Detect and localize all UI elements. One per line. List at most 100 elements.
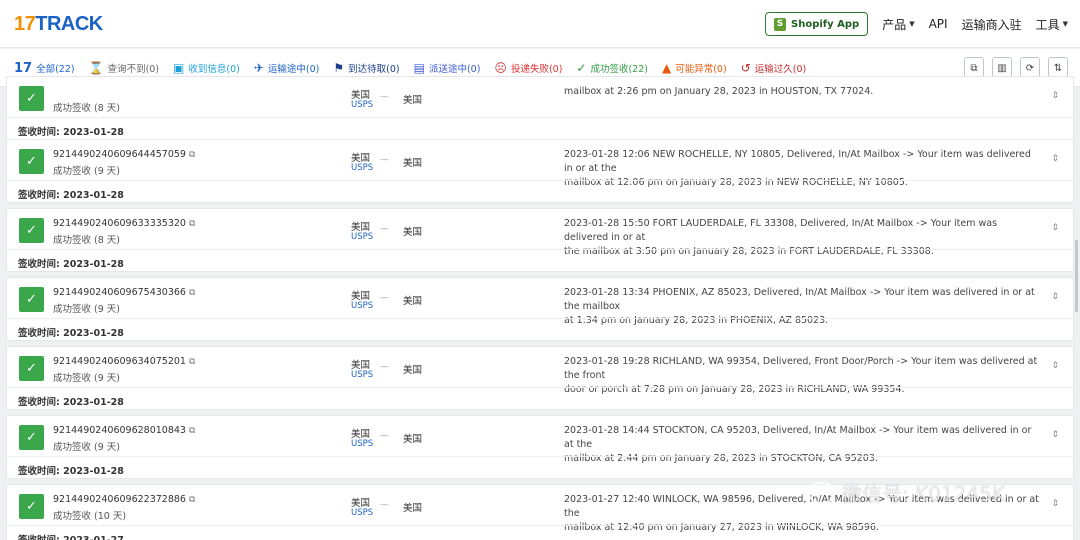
copy-icon[interactable]: ⧉ xyxy=(189,150,195,160)
delivery-status: 成功签收 (9 天) xyxy=(53,373,120,384)
signed-row: 签收时间: 2023-01-28 xyxy=(7,117,1073,140)
tracking-number[interactable]: 9214490240609633335320 ⧉ xyxy=(53,218,195,229)
tracking-number[interactable]: 9214490240609622372886 ⧉ xyxy=(53,494,195,505)
arrow-right-icon: — xyxy=(380,224,389,234)
delivery-icon: ▤ xyxy=(413,61,425,75)
copy-icon[interactable]: ⧉ xyxy=(189,495,195,505)
destination-country: 美国 xyxy=(403,158,423,169)
tracking-number[interactable]: 9214490240609644457059 ⧉ xyxy=(53,149,195,160)
origin-country: 美国 xyxy=(351,291,371,302)
signed-time: 签收时间: 2023-01-28 xyxy=(18,397,124,408)
origin-country: 美国 xyxy=(351,360,371,371)
arrow-right-icon: — xyxy=(380,92,389,102)
delivery-status: 成功签收 (9 天) xyxy=(53,304,120,315)
expand-toggle-icon[interactable]: ⇕ xyxy=(1051,499,1059,509)
logo-number: 17 xyxy=(14,13,36,35)
origin-country: 美国 xyxy=(351,498,371,509)
watermark: 微信号: K01245K xyxy=(808,478,1005,507)
arrow-right-icon: — xyxy=(380,500,389,510)
flag-icon: ⚑ xyxy=(333,61,345,75)
delivered-check-icon: ✓ xyxy=(19,149,44,174)
delivery-status: 成功签收 (8 天) xyxy=(53,103,120,114)
tracking-number[interactable]: 9214490240609634075201 ⧉ xyxy=(53,356,195,367)
top-header: 17TRACK S Shopify App 产品 ▼ API 运输商入驻 工具 ▼ xyxy=(0,0,1080,48)
carrier-link[interactable]: USPS xyxy=(351,100,373,110)
signed-row: 签收时间: 2023-01-28 xyxy=(7,249,1073,272)
signed-time: 签收时间: 2023-01-28 xyxy=(18,259,124,270)
filter-tab-label: 全部(22) xyxy=(36,64,75,75)
chevron-down-icon: ▼ xyxy=(1062,20,1068,28)
tracking-number[interactable]: 9214490240609675430366 ⧉ xyxy=(53,287,195,298)
delivered-check-icon: ✓ xyxy=(19,287,44,312)
carrier-link[interactable]: USPS xyxy=(351,508,373,518)
copy-icon[interactable]: ⧉ xyxy=(189,426,195,436)
carrier-link[interactable]: USPS xyxy=(351,301,373,311)
expand-toggle-icon[interactable]: ⇕ xyxy=(1051,91,1059,101)
carrier-link[interactable]: USPS xyxy=(351,163,373,173)
signed-time: 签收时间: 2023-01-27 xyxy=(18,532,124,540)
nav-carrier-label: 运输商入驻 xyxy=(961,17,1022,32)
logo-text: TRACK xyxy=(35,13,103,35)
nav-api[interactable]: API xyxy=(929,17,948,31)
event-line: 2023-01-28 13:34 PHOENIX, AZ 85023, Deli… xyxy=(564,287,1035,312)
wechat-icon xyxy=(808,481,836,504)
logo[interactable]: 17TRACK xyxy=(14,13,103,36)
destination-country: 美国 xyxy=(403,296,423,307)
carrier-link[interactable]: USPS xyxy=(351,439,373,449)
tracking-number-text: 9214490240609634075201 xyxy=(53,356,186,367)
copy-all-icon: ⧉ xyxy=(970,62,978,74)
signed-row: 签收时间: 2023-01-27 xyxy=(7,525,1073,540)
sad-face-icon: ☹ xyxy=(494,61,507,75)
destination-country: 美国 xyxy=(403,227,423,238)
expand-toggle-icon[interactable]: ⇕ xyxy=(1051,361,1059,371)
plane-icon: ✈ xyxy=(253,61,264,75)
shipment-card[interactable]: ✓ 9214490240609634075201 ⧉ 成功签收 (9 天) 美国 … xyxy=(6,346,1074,410)
delivery-status: 成功签收 (10 天) xyxy=(53,511,127,522)
signed-row: 签收时间: 2023-01-28 xyxy=(7,318,1073,341)
check-icon: ✓ xyxy=(576,61,587,75)
filter-tab-label: 到达待取(0) xyxy=(348,64,400,75)
nav-products[interactable]: 产品 ▼ xyxy=(882,16,914,33)
nav-carrier-onboarding[interactable]: 运输商入驻 xyxy=(962,16,1022,33)
shipment-card[interactable]: ✓ 成功签收 (8 天) 美国 USPS — 美国 mailbox at 2:2… xyxy=(6,76,1074,140)
main-nav: S Shopify App 产品 ▼ API 运输商入驻 工具 ▼ xyxy=(765,12,1068,36)
copy-icon[interactable]: ⧉ xyxy=(189,288,195,298)
nav-tools[interactable]: 工具 ▼ xyxy=(1036,16,1068,33)
delivered-check-icon: ✓ xyxy=(19,494,44,519)
delivered-check-icon: ✓ xyxy=(19,218,44,243)
delivery-status: 成功签收 (9 天) xyxy=(53,166,120,177)
filter-tab-label: 运输过久(0) xyxy=(754,64,807,75)
nav-tools-label: 工具 xyxy=(1035,17,1060,32)
signed-time: 签收时间: 2023-01-28 xyxy=(18,190,124,201)
copy-icon[interactable]: ⧉ xyxy=(189,219,195,229)
origin-country: 美国 xyxy=(351,90,371,101)
arrow-right-icon: — xyxy=(380,362,389,372)
expand-toggle-icon[interactable]: ⇕ xyxy=(1051,430,1059,440)
shipment-card[interactable]: ✓ 9214490240609675430366 ⧉ 成功签收 (9 天) 美国 … xyxy=(6,277,1074,341)
arrow-right-icon: — xyxy=(380,293,389,303)
signed-row: 签收时间: 2023-01-28 xyxy=(7,387,1073,410)
tracking-number-text: 9214490240609628010843 xyxy=(53,425,186,436)
event-line: 2023-01-28 12:06 NEW ROCHELLE, NY 10805,… xyxy=(564,149,1031,174)
filter-tab-label: 投递失败(0) xyxy=(510,64,563,75)
shipment-summary: ✓ 9214490240609634075201 ⧉ 成功签收 (9 天) 美国 … xyxy=(7,347,1073,395)
carrier-link[interactable]: USPS xyxy=(351,232,373,242)
delivery-status: 成功签收 (8 天) xyxy=(53,235,120,246)
carrier-link[interactable]: USPS xyxy=(351,370,373,380)
shipment-card[interactable]: ✓ 9214490240609633335320 ⧉ 成功签收 (8 天) 美国 … xyxy=(6,208,1074,272)
tracking-number[interactable]: 9214490240609628010843 ⧉ xyxy=(53,425,195,436)
event-line: 2023-01-28 15:50 FORT LAUDERDALE, FL 333… xyxy=(564,218,998,243)
shipment-summary: ✓ 9214490240609633335320 ⧉ 成功签收 (8 天) 美国 … xyxy=(7,209,1073,257)
expand-toggle-icon[interactable]: ⇕ xyxy=(1051,154,1059,164)
expand-toggle-icon[interactable]: ⇕ xyxy=(1051,223,1059,233)
warning-icon: ▲ xyxy=(661,61,672,75)
scrollbar[interactable] xyxy=(1075,240,1078,312)
expand-toggle-icon[interactable]: ⇕ xyxy=(1051,292,1059,302)
chevron-down-icon: ▼ xyxy=(909,20,915,28)
copy-icon[interactable]: ⧉ xyxy=(189,357,195,367)
tracking-number-text: 9214490240609633335320 xyxy=(53,218,186,229)
shipment-card[interactable]: ✓ 9214490240609628010843 ⧉ 成功签收 (9 天) 美国 … xyxy=(6,415,1074,479)
shipment-card[interactable]: ✓ 9214490240609644457059 ⧉ 成功签收 (9 天) 美国 … xyxy=(6,139,1074,203)
shopify-app-button[interactable]: S Shopify App xyxy=(765,12,869,36)
destination-country: 美国 xyxy=(403,434,423,445)
